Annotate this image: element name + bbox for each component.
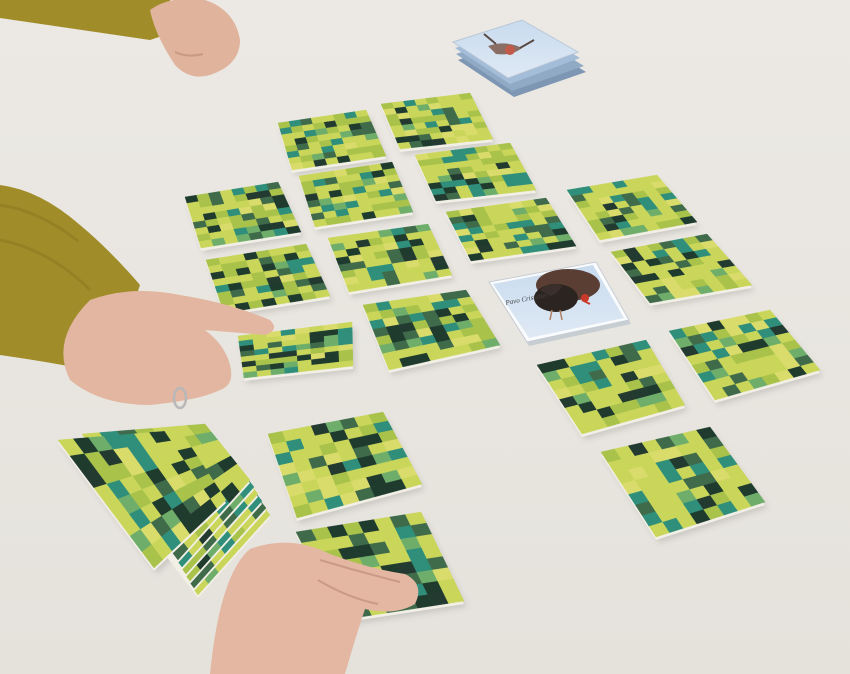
photo-scene: Pavo Cristatus <box>0 0 850 674</box>
